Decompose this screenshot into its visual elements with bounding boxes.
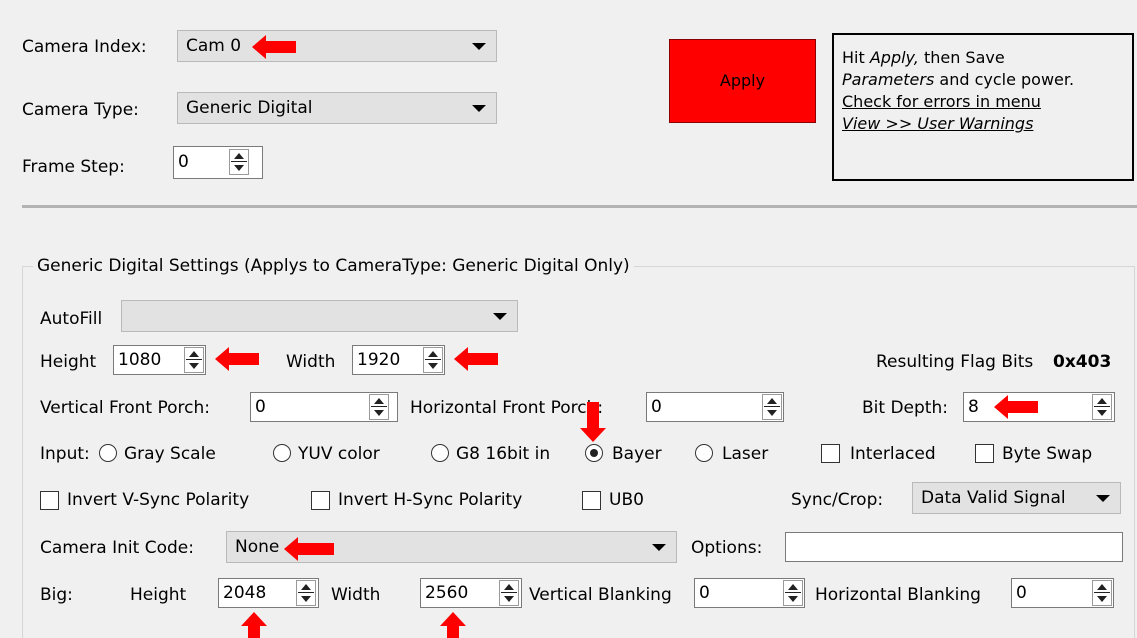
vfp-value: 0 xyxy=(255,397,266,417)
annotation-arrow-left-icon xyxy=(215,347,259,371)
radio-gray-scale[interactable] xyxy=(99,444,117,462)
input-label: Input: xyxy=(40,444,90,464)
frame-step-input[interactable]: 0 xyxy=(173,146,263,179)
chevron-down-icon xyxy=(1096,495,1110,502)
invert-vsync-label: Invert V-Sync Polarity xyxy=(67,490,250,510)
bit-depth-label: Bit Depth: xyxy=(862,398,948,418)
chevron-down-icon xyxy=(493,313,507,320)
sync-crop-select[interactable]: Data Valid Signal xyxy=(912,482,1121,514)
vfp-spinner-icon[interactable] xyxy=(369,394,389,420)
options-input[interactable] xyxy=(785,532,1123,562)
annotation-arrow-left-icon xyxy=(454,347,498,371)
camera-type-value: Generic Digital xyxy=(186,98,313,118)
radio-laser[interactable] xyxy=(695,444,713,462)
invert-vsync-checkbox[interactable] xyxy=(40,491,59,510)
height-spinner-icon[interactable] xyxy=(184,347,204,373)
hblank-value: 0 xyxy=(1016,583,1027,603)
byte-swap-checkbox[interactable] xyxy=(975,444,994,463)
camera-index-value: Cam 0 xyxy=(186,36,242,56)
hint-box: Hit Apply, then Save Parameters and cycl… xyxy=(832,33,1134,181)
vblank-spinner-icon[interactable] xyxy=(783,580,803,606)
autofill-label: AutoFill xyxy=(40,309,103,329)
annotation-arrow-left-icon xyxy=(284,537,334,561)
camera-type-label: Camera Type: xyxy=(22,100,139,120)
interlaced-checkbox[interactable] xyxy=(821,444,840,463)
hint-line-1: Hit Apply, then Save xyxy=(842,48,1005,67)
width-label: Width xyxy=(286,352,336,372)
frame-step-value: 0 xyxy=(178,152,189,172)
big-width-value: 2560 xyxy=(425,583,469,603)
big-height-spinner-icon[interactable] xyxy=(296,580,316,606)
hblank-spinner-icon[interactable] xyxy=(1092,580,1112,606)
hblank-label: Horizontal Blanking xyxy=(815,585,981,605)
chevron-down-icon xyxy=(652,544,666,551)
annotation-arrow-down-icon xyxy=(580,402,606,442)
hfp-value: 0 xyxy=(651,397,662,417)
radio-gray-scale-label: Gray Scale xyxy=(124,444,216,464)
frame-step-spinner-icon[interactable] xyxy=(229,149,249,175)
hfp-label: Horizontal Front Porch: xyxy=(410,398,604,418)
byte-swap-label: Byte Swap xyxy=(1002,444,1093,464)
radio-yuv-color[interactable] xyxy=(273,444,291,462)
invert-hsync-checkbox[interactable] xyxy=(311,491,330,510)
init-code-value: None xyxy=(235,537,280,557)
radio-yuv-color-label: YUV color xyxy=(298,444,380,464)
chevron-down-icon xyxy=(472,43,486,50)
bit-depth-spinner-icon[interactable] xyxy=(1092,394,1112,420)
radio-laser-label: Laser xyxy=(722,444,769,464)
flag-bits-value: 0x403 xyxy=(1053,352,1112,372)
height-label: Height xyxy=(40,352,97,372)
camera-index-label: Camera Index: xyxy=(22,37,147,57)
invert-hsync-label: Invert H-Sync Polarity xyxy=(338,490,523,510)
radio-g8-16bit-label: G8 16bit in xyxy=(456,444,551,464)
annotation-arrow-left-icon xyxy=(994,395,1038,419)
init-code-label: Camera Init Code: xyxy=(40,538,194,558)
width-value: 1920 xyxy=(357,350,401,370)
ub0-label: UB0 xyxy=(609,490,644,510)
hint-line-4: View >> User Warnings xyxy=(842,114,1034,133)
autofill-select[interactable] xyxy=(121,300,518,332)
section-divider xyxy=(22,205,1137,208)
vblank-value: 0 xyxy=(699,583,710,603)
hint-line-2: Parameters and cycle power. xyxy=(842,70,1075,89)
frame-step-label: Frame Step: xyxy=(22,157,125,177)
vfp-label: Vertical Front Porch: xyxy=(40,398,210,418)
annotation-arrow-up-icon xyxy=(440,612,466,638)
big-width-label: Width xyxy=(331,585,381,605)
flag-bits-label: Resulting Flag Bits xyxy=(876,352,1034,372)
interlaced-label: Interlaced xyxy=(850,444,936,464)
width-spinner-icon[interactable] xyxy=(423,347,443,373)
radio-bayer-label: Bayer xyxy=(612,444,662,464)
radio-bayer[interactable] xyxy=(585,444,603,462)
vblank-label: Vertical Blanking xyxy=(529,585,672,605)
radio-g8-16bit[interactable] xyxy=(431,444,449,462)
chevron-down-icon xyxy=(472,105,486,112)
bit-depth-value: 8 xyxy=(968,397,979,417)
ub0-checkbox[interactable] xyxy=(582,491,601,510)
sync-crop-label: Sync/Crop: xyxy=(791,490,884,510)
sync-crop-value: Data Valid Signal xyxy=(921,488,1066,508)
apply-button[interactable]: Apply xyxy=(669,39,816,123)
hfp-spinner-icon[interactable] xyxy=(762,394,782,420)
apply-button-label: Apply xyxy=(719,71,766,90)
camera-index-select[interactable]: Cam 0 xyxy=(177,30,497,62)
generic-group-title: Generic Digital Settings (Applys to Came… xyxy=(33,255,634,277)
annotation-arrow-up-icon xyxy=(241,612,267,638)
big-height-value: 2048 xyxy=(223,583,267,603)
big-width-spinner-icon[interactable] xyxy=(499,580,519,606)
big-height-label: Height xyxy=(130,585,187,605)
options-label: Options: xyxy=(691,538,763,558)
big-label: Big: xyxy=(40,585,73,605)
annotation-arrow-left-icon xyxy=(252,35,296,59)
height-value: 1080 xyxy=(118,350,162,370)
camera-type-select[interactable]: Generic Digital xyxy=(177,92,497,124)
hint-line-3: Check for errors in menu xyxy=(842,92,1041,111)
